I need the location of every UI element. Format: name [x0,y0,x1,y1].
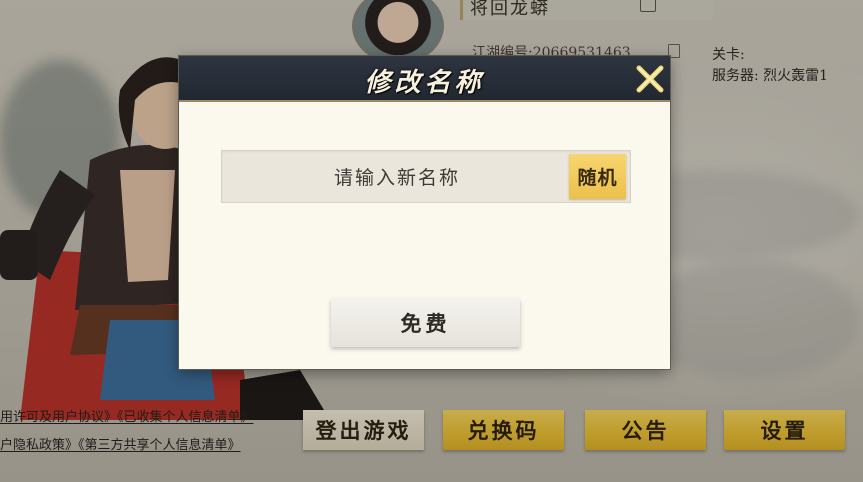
close-x-icon[interactable] [633,62,667,96]
random-name-button[interactable]: 随机 [569,154,626,199]
dialog-header: 修改名称 [179,56,670,102]
new-name-input[interactable] [222,151,572,204]
rename-dialog: 修改名称 随机 免费 [179,56,670,369]
dialog-title: 修改名称 [364,68,485,98]
name-input-container: 随机 [221,150,631,204]
confirm-free-button[interactable]: 免费 [331,299,520,347]
